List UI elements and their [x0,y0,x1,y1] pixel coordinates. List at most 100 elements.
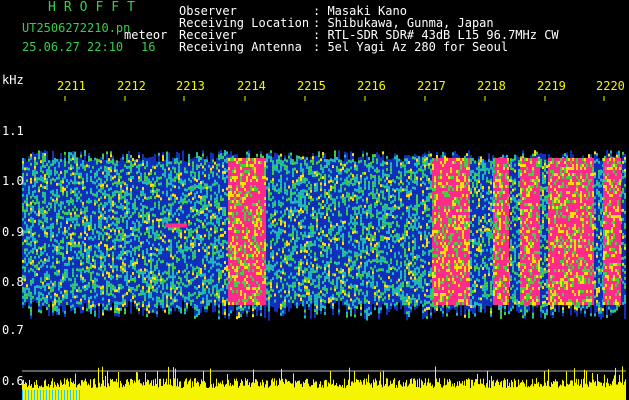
spectro-cell [194,282,196,286]
spectro-cell [86,188,88,192]
spectro-cell [210,281,212,285]
spectro-cell [112,239,114,243]
spectro-cell [46,304,48,308]
spectro-cell [164,171,166,175]
spectro-cell [210,176,212,180]
spectro-cell [112,221,114,225]
spectro-cell [186,257,188,261]
spectro-cell [132,176,134,179]
spectro-cell [40,277,42,281]
spectro-cell [162,209,164,213]
spectro-cell [44,180,46,184]
spectro-cell [32,253,34,257]
spectro-cell [40,196,42,200]
spectro-cell [192,206,194,210]
spectro-cell [144,193,146,197]
spectro-cell [124,239,126,243]
spectro-cell [158,212,160,216]
spectro-cell [130,167,132,170]
spectro-cell [138,302,140,306]
spectro-cell [80,208,82,212]
spectro-cell [114,286,116,290]
spectro-cell [114,187,116,191]
spectro-cell [198,240,200,243]
spectro-cell [168,167,170,171]
spectro-cell [140,223,142,227]
spectro-cell [40,184,42,188]
spectro-cell [156,305,158,309]
spectro-cell [74,229,76,233]
spectro-cell [122,213,124,217]
spectro-cell [64,181,66,185]
spectro-cell [168,236,170,240]
spectro-cell [158,188,160,192]
spectro-cell [88,230,90,234]
spectro-cell [120,172,122,176]
spectro-cell [126,208,128,211]
spectro-cell [106,154,108,158]
spectro-cell [88,269,90,273]
spectro-cell [42,203,44,207]
spectro-cell [52,171,54,175]
spectro-cell [186,161,188,165]
spectro-cell [146,185,148,189]
spectro-cell [50,199,52,203]
spectro-cell [208,182,210,186]
spectro-cell [36,162,38,166]
spectro-cell [154,232,156,236]
spectro-cell [36,276,38,280]
spectro-cell [36,177,38,181]
spectro-cell [178,270,180,274]
spectro-cell [46,244,48,248]
spectro-cell [158,278,160,282]
spectro-cell [184,185,186,189]
spectro-cell [154,205,156,209]
spectro-cell [188,285,190,289]
spectro-cell [212,264,214,268]
spectro-cell [122,186,124,190]
spectro-cell [140,238,142,242]
spectro-cell [186,275,188,279]
spectro-cell [96,260,98,264]
spectro-cell [214,206,216,210]
spectro-cell [166,178,168,182]
spectro-cell [194,297,196,301]
spectro-cell [30,231,32,235]
spectro-cell [130,179,132,182]
spectro-cell [154,163,156,167]
spectro-cell [76,217,78,221]
spectro-cell [52,228,54,232]
spectro-cell [206,234,208,238]
spectro-cell [60,183,62,187]
spectro-cell [208,245,210,249]
spectro-cell [172,289,174,293]
spectro-cell [152,309,154,313]
spectro-cell [140,175,142,179]
spectro-cell [52,303,54,307]
spectro-cell [70,164,72,168]
spectro-cell [52,165,54,169]
spectro-cell [86,248,88,252]
spectro-cell [50,196,52,200]
spectro-cell [146,260,148,264]
spectro-cell [26,218,28,222]
spectro-cell [164,297,166,301]
spectro-cell [120,211,122,215]
spectro-cell [196,203,198,207]
spectro-cell [110,280,112,284]
spectro-cell [100,223,102,227]
spectro-cell [146,278,148,282]
spectro-cell [52,189,54,193]
spectro-cell [170,203,172,207]
spectro-cell [152,234,154,238]
spectro-cell [38,222,40,226]
spectro-cell [108,185,110,189]
spectro-cell [96,221,98,225]
spectro-cell [126,244,128,247]
spectro-cell [62,291,64,295]
spectro-cell [76,301,78,305]
spectro-cell [52,312,54,316]
spectro-cell [62,288,64,292]
spectro-cell [40,214,42,218]
spectro-cell [168,278,170,282]
